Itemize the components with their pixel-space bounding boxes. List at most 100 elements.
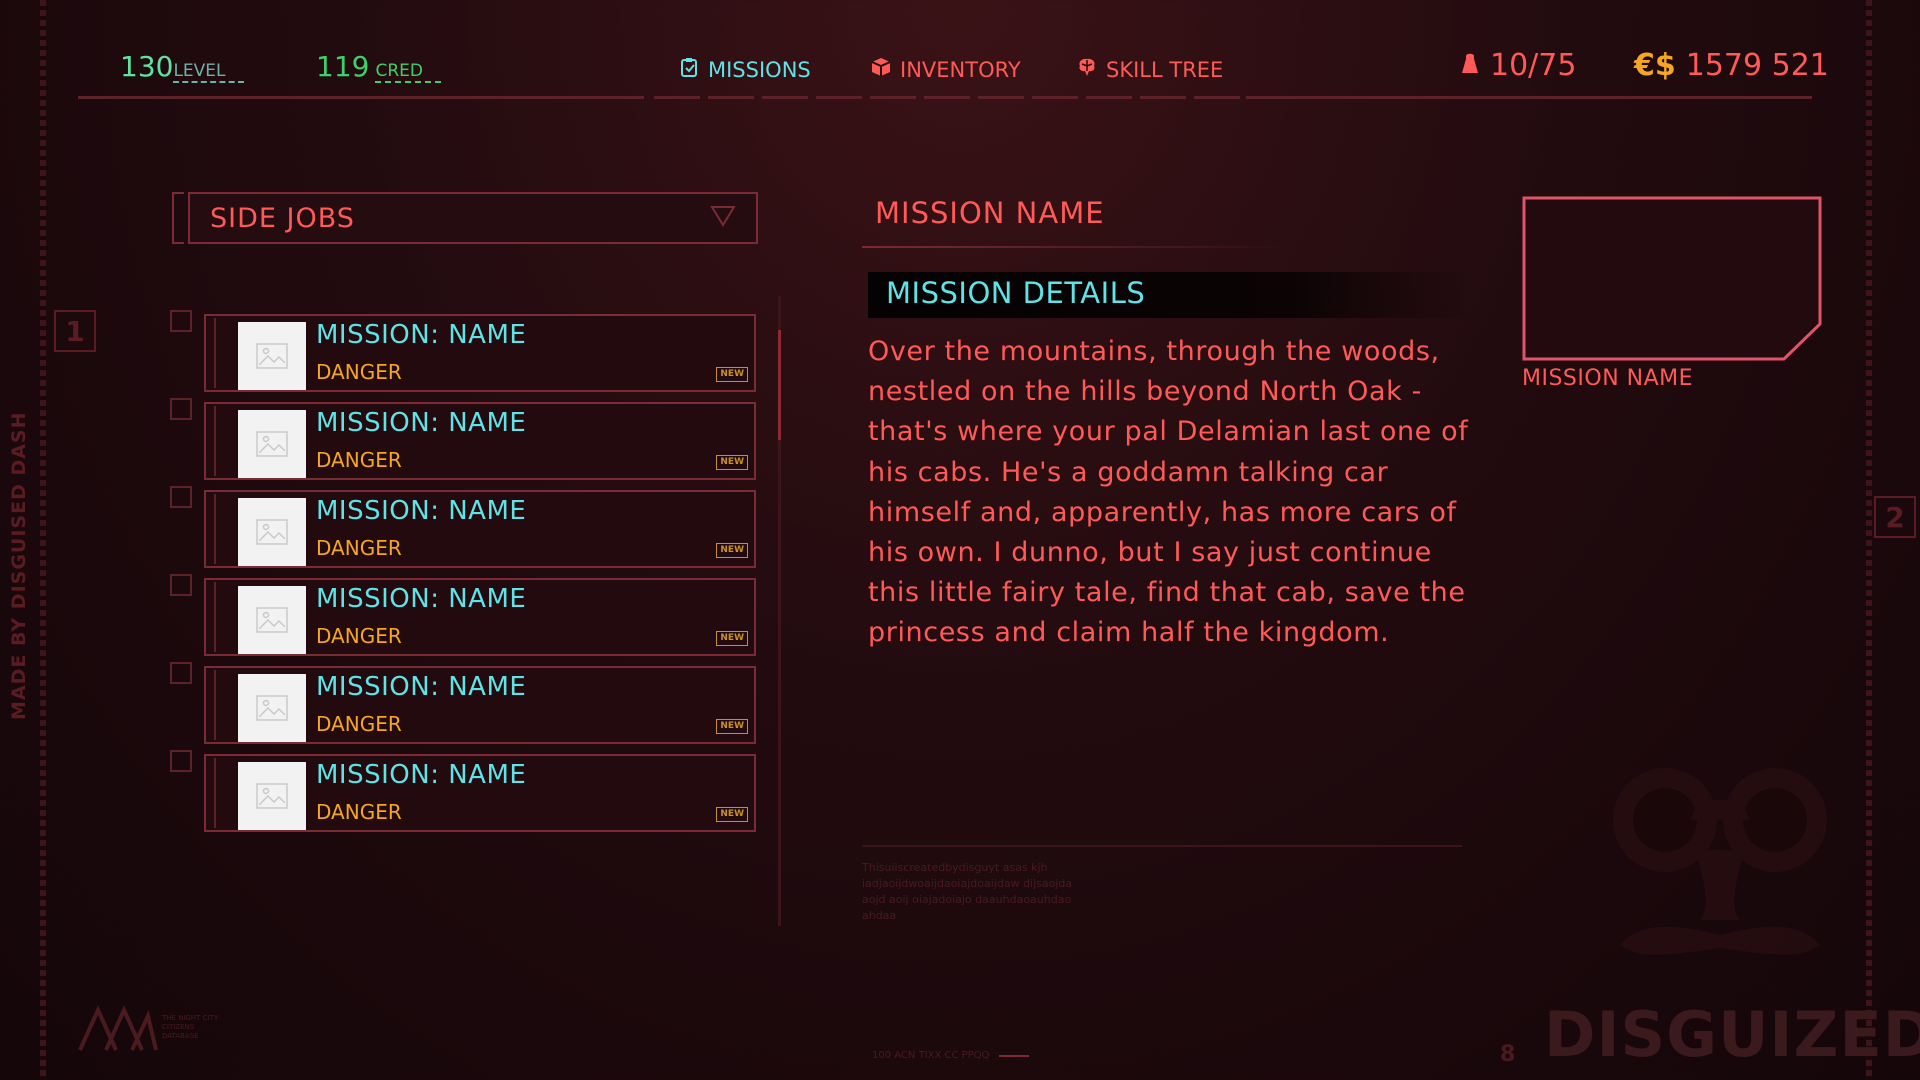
cred-stat: 119 CRED [316, 50, 441, 83]
mission-danger: DANGER [316, 448, 402, 472]
nav-segment [1140, 96, 1186, 99]
mission-checkbox[interactable] [170, 398, 192, 420]
tab-skill-tree[interactable]: SKILL TREE [1076, 56, 1223, 83]
mission-row[interactable]: MISSION: NAME DANGER NEW [170, 476, 770, 568]
mission-checkbox[interactable] [170, 662, 192, 684]
mission-row[interactable]: MISSION: NAME DANGER NEW [170, 740, 770, 832]
tab-missions-label: MISSIONS [708, 57, 811, 82]
capacity-value: 10/75 [1490, 48, 1577, 83]
image-placeholder-icon [238, 762, 306, 830]
header-line-right [1246, 96, 1812, 99]
header-line-left [78, 96, 644, 99]
scrollbar-thumb[interactable] [778, 330, 781, 440]
triangle-down-icon [710, 205, 736, 231]
mission-name-heading: MISSION NAME [875, 196, 1105, 230]
details-footnote: Thisuiiscreatedbydisguyt asas kjh iadjao… [862, 861, 1073, 922]
image-placeholder-icon [238, 322, 306, 390]
details-divider [862, 845, 1462, 847]
nav-segment [762, 96, 808, 99]
tab-inventory[interactable]: INVENTORY [870, 56, 1021, 83]
mission-category-dropdown[interactable]: SIDE JOBS [188, 192, 758, 244]
heading-underline [862, 246, 1292, 248]
mission-description: Over the mountains, through the woods, n… [868, 336, 1469, 649]
mission-row[interactable]: MISSION: NAME DANGER NEW [170, 564, 770, 656]
mission-row[interactable]: MISSION: NAME DANGER NEW [170, 652, 770, 744]
mission-card[interactable]: MISSION: NAME DANGER NEW [204, 666, 756, 744]
image-placeholder-icon [238, 674, 306, 742]
disguise-mask-icon [1600, 760, 1840, 990]
mission-title: MISSION: NAME [316, 584, 527, 614]
mission-danger: DANGER [316, 536, 402, 560]
new-badge: NEW [716, 631, 748, 646]
mission-row[interactable]: MISSION: NAME DANGER NEW [170, 388, 770, 480]
new-badge: NEW [716, 455, 748, 470]
logo-icon [78, 1002, 158, 1052]
tab-skill-tree-label: SKILL TREE [1106, 57, 1224, 82]
nav-segment [1194, 96, 1240, 99]
cred-label: CRED [375, 61, 441, 83]
cred-value: 119 [316, 50, 370, 83]
mission-card[interactable]: MISSION: NAME DANGER NEW [204, 402, 756, 480]
money-display: €$ 1579 521 [1634, 48, 1829, 83]
mission-card[interactable]: MISSION: NAME DANGER NEW [204, 578, 756, 656]
mission-danger: DANGER [316, 712, 402, 736]
nav-segment [816, 96, 862, 99]
footer-dash [999, 1054, 1030, 1057]
footer-brand-text: THE NIGHT CITY CITIZENS DATABASE [162, 1014, 219, 1040]
panel-number-badge-2: 2 [1874, 496, 1916, 538]
page-number: 8 [1500, 1042, 1516, 1067]
image-placeholder-icon [238, 498, 306, 566]
image-placeholder-icon [238, 586, 306, 654]
tab-missions[interactable]: MISSIONS [678, 56, 811, 83]
mission-card[interactable]: MISSION: NAME DANGER NEW [204, 490, 756, 568]
new-badge: NEW [716, 719, 748, 734]
mission-danger: DANGER [316, 800, 402, 824]
dropdown-selected-label: SIDE JOBS [210, 202, 355, 234]
mission-danger: DANGER [316, 360, 402, 384]
mission-card[interactable]: MISSION: NAME DANGER NEW [204, 754, 756, 832]
box-icon [870, 56, 892, 83]
mission-title: MISSION: NAME [316, 320, 527, 350]
nav-segment [978, 96, 1024, 99]
nav-segment [1086, 96, 1132, 99]
nav-segment [924, 96, 970, 99]
nav-segment [870, 96, 916, 99]
tab-inventory-label: INVENTORY [900, 57, 1021, 82]
money-value: 1579 521 [1685, 48, 1829, 83]
new-badge: NEW [716, 543, 748, 558]
mission-danger: DANGER [316, 624, 402, 648]
mission-details-header: MISSION DETAILS [868, 272, 1468, 318]
weight-icon [1460, 48, 1480, 83]
mission-preview-frame [1522, 196, 1822, 361]
level-label: LEVEL [173, 61, 244, 83]
mission-row[interactable]: MISSION: NAME DANGER NEW [170, 300, 770, 392]
image-placeholder-icon [238, 410, 306, 478]
clipboard-icon [678, 56, 700, 83]
brain-icon [1076, 56, 1098, 83]
carry-capacity: 10/75 [1460, 48, 1576, 83]
nav-segment [1032, 96, 1078, 99]
right-frame-line [1866, 0, 1872, 1080]
footer-code-text: 100 ACN TIXX CC PPQQ [872, 1050, 990, 1061]
currency-symbol: €$ [1634, 48, 1676, 83]
mission-checkbox[interactable] [170, 574, 192, 596]
mission-details-title: MISSION DETAILS [886, 276, 1146, 310]
mission-title: MISSION: NAME [316, 408, 527, 438]
mission-checkbox[interactable] [170, 486, 192, 508]
footer-code: 100 ACN TIXX CC PPQQ [872, 1050, 1030, 1061]
mission-title: MISSION: NAME [316, 672, 527, 702]
new-badge: NEW [716, 807, 748, 822]
mission-title: MISSION: NAME [316, 496, 527, 526]
level-stat: 130 LEVEL [120, 50, 244, 83]
new-badge: NEW [716, 367, 748, 382]
nav-segment [654, 96, 700, 99]
panel-number-badge-1: 1 [54, 310, 96, 352]
mission-title: MISSION: NAME [316, 760, 527, 790]
mission-checkbox[interactable] [170, 310, 192, 332]
watermark-text: DISGUIZED [1544, 998, 1920, 1071]
mission-checkbox[interactable] [170, 750, 192, 772]
level-value: 130 [120, 50, 174, 83]
mission-card[interactable]: MISSION: NAME DANGER NEW [204, 314, 756, 392]
preview-mission-name: MISSION NAME [1522, 366, 1694, 391]
side-credit-text: MADE BY DISGUISED DASH [8, 411, 30, 720]
